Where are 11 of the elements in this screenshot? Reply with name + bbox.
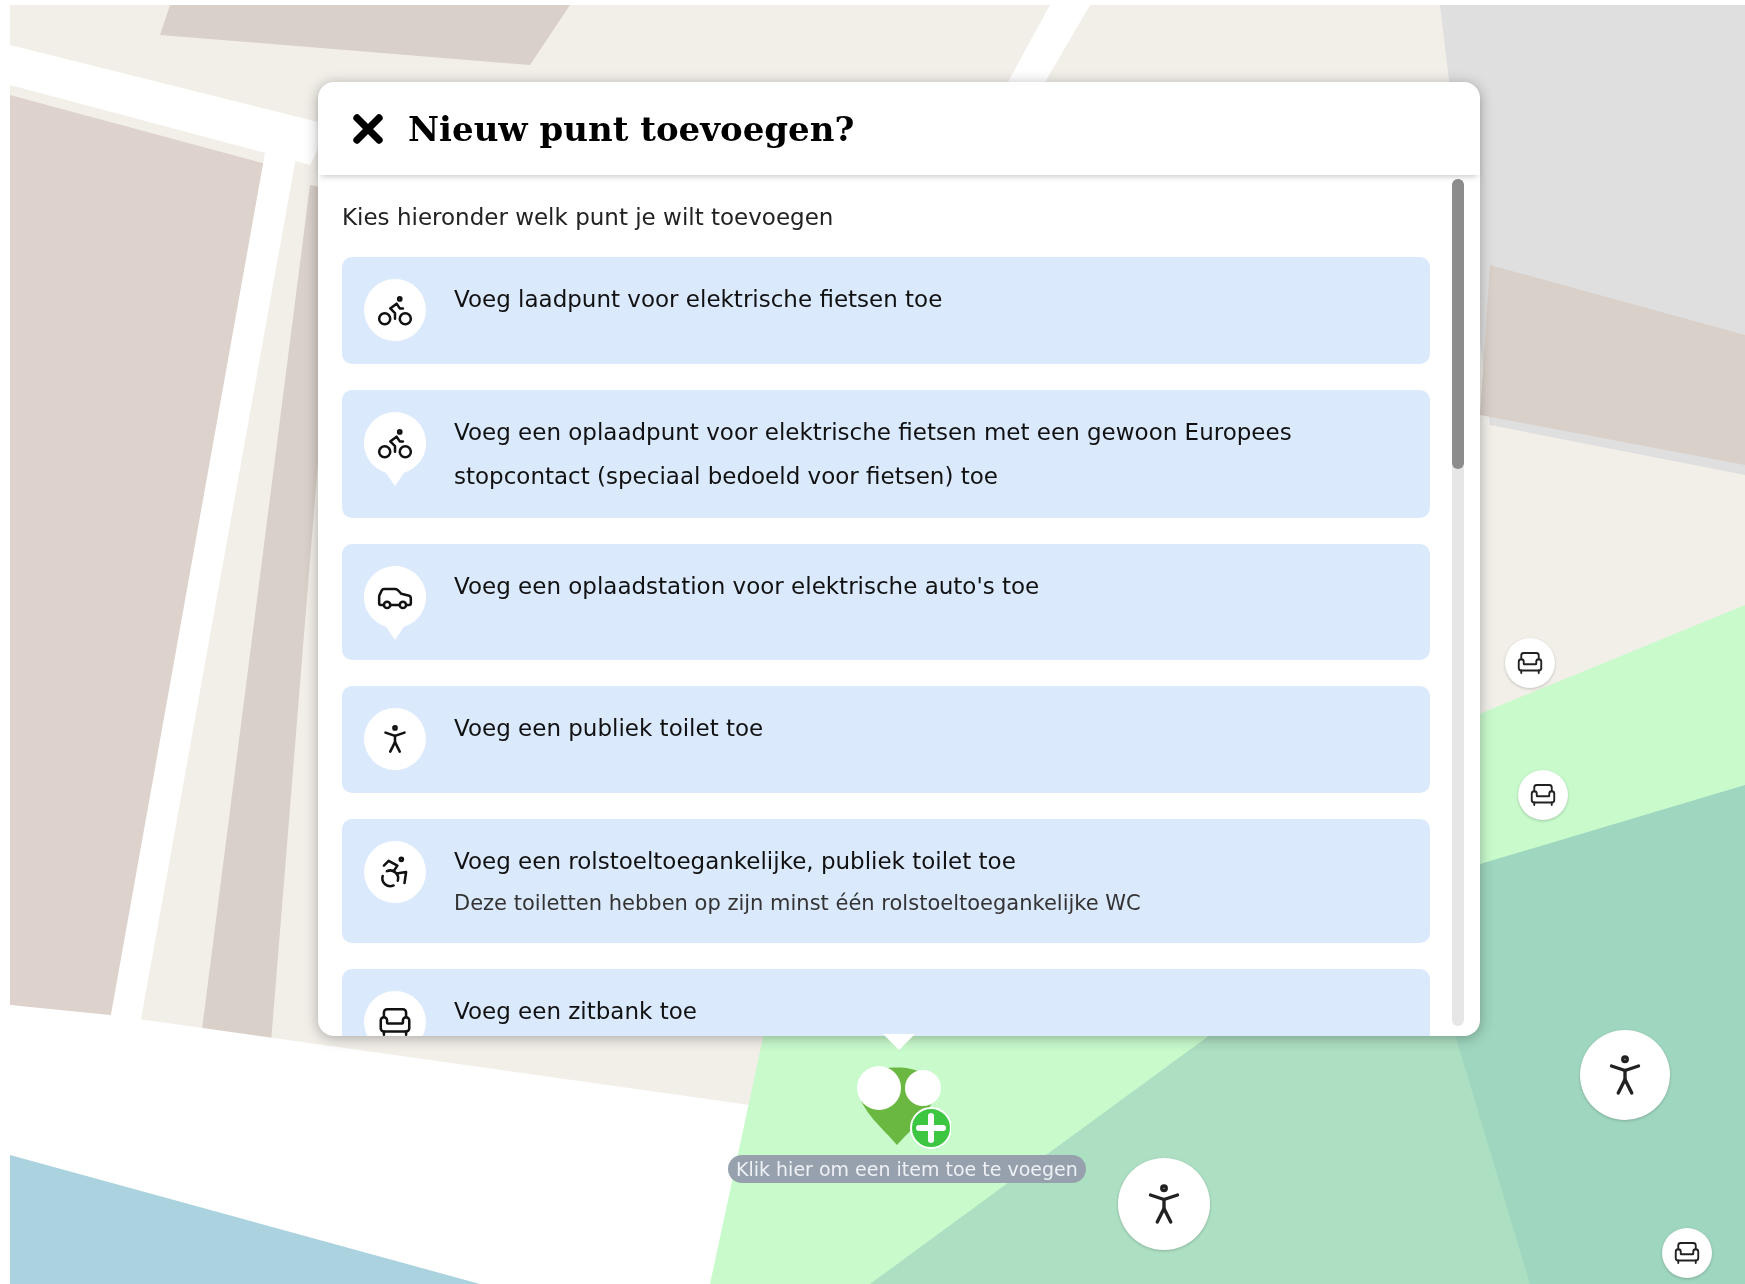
scrollbar[interactable]: [1452, 179, 1464, 1026]
popup-pointer: [883, 1034, 915, 1050]
add-option[interactable]: Voeg een zitbank toe: [342, 969, 1430, 1036]
add-option[interactable]: Voeg een oplaadpunt voor elektrische fietsen met een gewoon Europees stopcontact (speciaal bedoeld voor fietsen) toe: [342, 390, 1430, 518]
add-option[interactable]: Voeg een oplaadstation voor elektrische auto's toe: [342, 544, 1430, 660]
add-option[interactable]: Voeg laadpunt voor elektrische fietsen toe: [342, 257, 1430, 364]
add-option[interactable]: Voeg een rolstoeltoegankelijke, publiek toilet toe Deze toiletten hebben op zijn minst één rolstoeltoegankelijke WC: [342, 819, 1430, 943]
intro-text: Kies hieronder welk punt je wilt toevoegen: [342, 203, 835, 231]
add-item-tooltip: Klik hier om een item toe te voegen: [728, 1155, 1086, 1183]
dialog-title: Nieuw punt toevoegen?: [408, 108, 855, 149]
add-option[interactable]: Voeg een publiek toilet toe: [342, 686, 1430, 793]
